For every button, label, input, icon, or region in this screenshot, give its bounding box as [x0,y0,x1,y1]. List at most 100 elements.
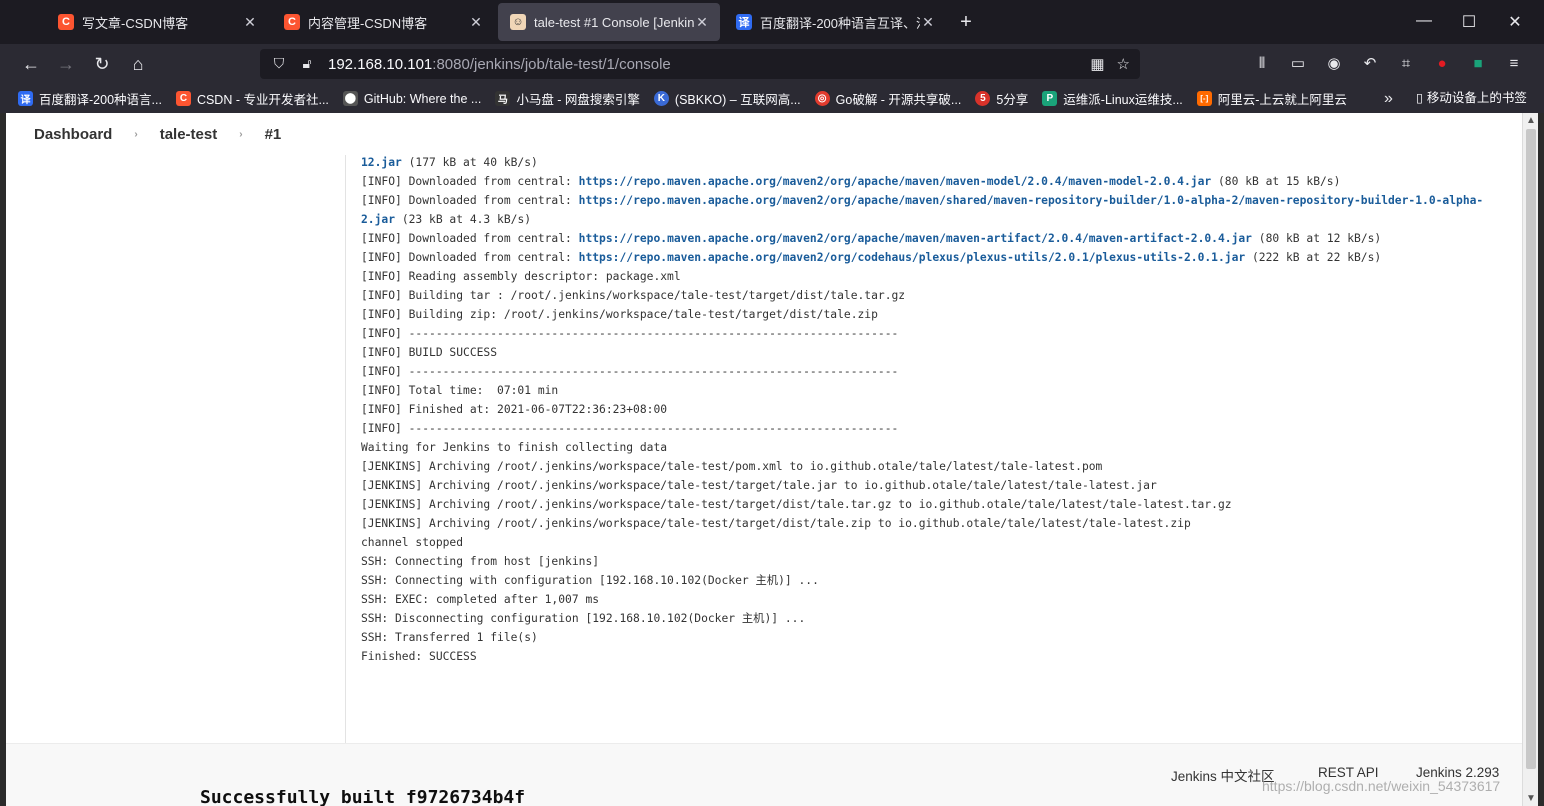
bookmark-xiaomapan[interactable]: 马小马盘 - 网盘搜索引擎 [495,89,640,108]
tab-csdn-write[interactable]: C 写文章-CSDN博客 ✕ [46,3,268,41]
baidu-translate-icon: 译 [736,14,752,30]
menu-icon[interactable]: ≡ [1504,54,1524,74]
bookmark-label: 小马盘 - 网盘搜索引擎 [516,93,640,107]
maximize-button[interactable]: ☐ [1459,12,1479,32]
footer-community-link[interactable]: Jenkins 中文社区 [1171,765,1275,785]
console-text: [INFO] Reading assembly descriptor: pack… [361,270,681,283]
console-line: [JENKINS] Archiving /root/.jenkins/works… [361,495,1511,514]
qr-code-icon[interactable]: ▦ [1090,55,1104,73]
scroll-down-icon[interactable]: ▼ [1526,793,1536,804]
home-button[interactable]: ⌂ [127,53,149,75]
bookmark-aliyun[interactable]: [-] 阿里云-上云就上阿里云 [1196,89,1347,108]
console-text: Finished: SUCCESS [361,650,477,663]
chevron-right-icon[interactable]: › [134,129,137,140]
bookmark-star-icon[interactable]: ☆ [1117,55,1130,73]
crop-icon[interactable]: ⌗ [1396,54,1416,74]
console-text: SSH: Disconnecting configuration [192.16… [361,612,806,625]
scroll-up-icon[interactable]: ▲ [1526,115,1536,126]
console-text: [JENKINS] Archiving /root/.jenkins/works… [361,517,1191,530]
scrollbar-thumb[interactable] [1526,129,1536,769]
github-icon: ⬤ [342,91,358,106]
baidu-translate-icon: 译 [18,91,33,106]
console-line: Finished: SUCCESS [361,647,1511,666]
extension-green-icon[interactable]: ■ [1468,54,1488,74]
csdn-icon: C [58,14,74,30]
new-tab-button[interactable]: + [956,11,976,34]
breadcrumb-build[interactable]: #1 [265,126,282,143]
shield-icon[interactable]: ⛉ [270,55,288,73]
breadcrumb: Dashboard › tale-test › #1 [6,113,1522,155]
close-icon[interactable]: ✕ [468,14,484,31]
console-line: [INFO] Downloaded from central: https://… [361,229,1511,248]
bookmark-label: 阿里云-上云就上阿里云 [1217,93,1347,107]
close-window-button[interactable]: ✕ [1505,12,1525,32]
console-line: [INFO] ---------------------------------… [361,362,1511,381]
bookmark-sbkko[interactable]: K (SBKKO) – 互联网高... [653,89,801,108]
console-line: [INFO] Downloaded from central: https://… [361,172,1511,191]
library-icon[interactable]: ⫴ [1252,54,1272,74]
console-text: [INFO] Finished at: 2021-06-07T22:36:23+… [361,403,668,416]
console-line: [JENKINS] Archiving /root/.jenkins/works… [361,476,1511,495]
console-text: [JENKINS] Archiving /root/.jenkins/works… [361,479,1157,492]
mobile-bookmarks[interactable]: ▯ 移动设备上的书签 [1416,84,1527,113]
account-icon[interactable]: ◉ [1324,54,1344,74]
undo-icon[interactable]: ↶ [1360,54,1380,74]
sidebar-icon[interactable]: ▭ [1288,54,1308,74]
tab-jenkins-console[interactable]: ☺ tale-test #1 Console [Jenkins] ✕ [498,3,720,41]
jenkins-icon: ☺ [510,14,526,30]
artifact-link[interactable]: 12.jar [361,156,402,169]
breadcrumb-dashboard[interactable]: Dashboard [34,126,112,143]
bookmark-5share[interactable]: 5 5分享 [975,89,1028,108]
bookmark-label: CSDN - 专业开发者社... [196,93,329,107]
console-line: 12.jar (177 kB at 40 kB/s) [361,153,1511,172]
navigation-bar: ← → ↻ ⌂ ⛉ 🔓︎ 192.168.10.101:8080/jenkins… [0,44,1544,84]
csdn-icon: C [284,14,300,30]
lock-icon[interactable]: 🔓︎ [298,55,316,73]
console-line: [INFO] Downloaded from central: https://… [361,248,1511,267]
bookmark-baidu-translate[interactable]: 译百度翻译-200种语言... [18,89,162,108]
artifact-link[interactable]: https://repo.maven.apache.org/maven2/org… [579,232,1252,245]
mobile-bookmarks-label: 移动设备上的书签 [1426,91,1527,105]
page-scrollbar[interactable]: ▲ ▼ [1522,113,1538,806]
bookmark-label: GitHub: Where the ... [363,91,482,106]
reload-button[interactable]: ↻ [91,53,113,75]
xiaomapan-icon: 马 [495,91,511,106]
artifact-link[interactable]: https://repo.maven.apache.org/maven2/org… [579,251,1246,264]
tab-baidu-translate[interactable]: 译 百度翻译-200种语言互译、沟通 ✕ [724,3,946,41]
console-line: SSH: Connecting from host [jenkins] [361,552,1511,571]
close-icon[interactable]: ✕ [694,14,710,31]
url-bar[interactable]: ⛉ 🔓︎ 192.168.10.101:8080/jenkins/job/tal… [260,49,1140,79]
console-text: [INFO] ---------------------------------… [361,422,899,435]
close-icon[interactable]: ✕ [242,14,258,31]
console-text: Waiting for Jenkins to finish collecting… [361,441,668,454]
extension-red-icon[interactable]: ● [1432,54,1452,74]
artifact-link[interactable]: https://repo.maven.apache.org/maven2/org… [579,175,1212,188]
console-line: SSH: Transferred 1 file(s) [361,628,1511,647]
bookmark-label: (SBKKO) – 互联网高... [674,93,801,107]
chevron-right-icon[interactable]: › [239,129,242,140]
console-line: [INFO] Building tar : /root/.jenkins/wor… [361,286,1511,305]
more-bookmarks-chevron-icon[interactable]: » [1384,84,1393,113]
tab-title: 写文章-CSDN博客 [82,15,189,31]
breadcrumb-job[interactable]: tale-test [160,126,218,143]
bookmark-label: Go破解 - 开源共享破... [835,93,962,107]
console-line: [INFO] ---------------------------------… [361,419,1511,438]
console-line: [JENKINS] Archiving /root/.jenkins/works… [361,457,1511,476]
bookmark-csdn[interactable]: C CSDN - 专业开发者社... [175,89,329,108]
5share-icon: 5 [975,91,991,106]
console-line: [INFO] Building zip: /root/.jenkins/work… [361,305,1511,324]
forward-button[interactable]: → [55,53,77,75]
close-icon[interactable]: ✕ [920,14,936,31]
console-output: 12.jar (177 kB at 40 kB/s) [INFO] Downloa… [361,153,1511,666]
minimize-button[interactable]: — [1414,12,1434,30]
tab-csdn-manage[interactable]: C 内容管理-CSDN博客 ✕ [272,3,494,41]
bookmark-github[interactable]: ⬤ GitHub: Where the ... [342,91,482,106]
bookmark-yunweipai[interactable]: P 运维派-Linux运维技... [1042,89,1183,108]
bookmark-go-crack[interactable]: ◎ Go破解 - 开源共享破... [814,89,962,108]
console-line: [INFO] Total time: 07:01 min [361,381,1511,400]
console-line: [INFO] ---------------------------------… [361,324,1511,343]
bookmark-label: 百度翻译-200种语言... [39,93,162,107]
console-text: (80 kB at 12 kB/s) [1252,232,1382,245]
tab-title: tale-test #1 Console [Jenkins] [534,14,694,30]
back-button[interactable]: ← [20,53,42,75]
